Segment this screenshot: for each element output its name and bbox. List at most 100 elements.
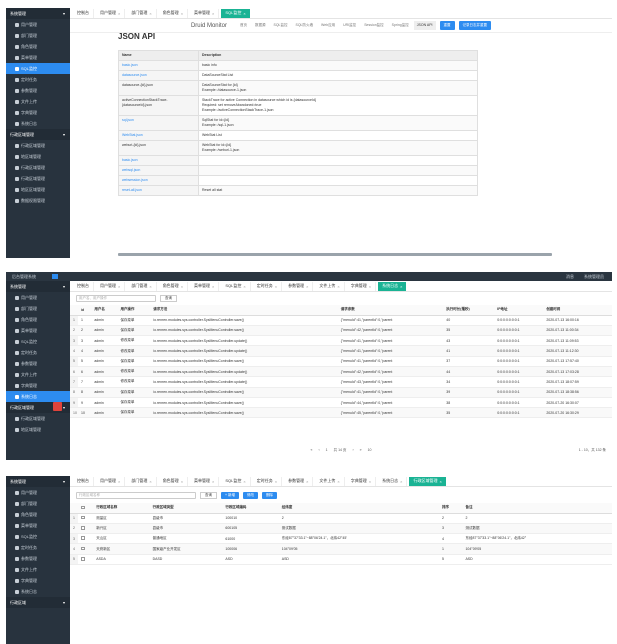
tab[interactable]: 系统日志 × xyxy=(378,281,407,291)
sidebar-section[interactable]: 系统管理 ▾ xyxy=(6,476,70,487)
reset-all-button[interactable]: 记录日志并重置 xyxy=(458,21,492,30)
sidebar-section[interactable]: 系统管理 ▾ xyxy=(6,8,70,19)
table-row[interactable]: 5 5 admin 保存菜单 io.renren.modules.sys.control… xyxy=(70,356,612,367)
close-icon[interactable]: × xyxy=(243,284,245,289)
sidebar-item[interactable]: 行政区域管理 xyxy=(6,413,70,424)
api-name[interactable]: basic.json xyxy=(118,60,199,71)
close-icon[interactable]: × xyxy=(337,284,339,289)
table-row[interactable]: 3 3 admin 修改菜单 io.renren.modules.sys.control… xyxy=(70,335,612,347)
close-icon[interactable]: × xyxy=(337,479,339,484)
column-header[interactable]: 执行时长(毫秒) xyxy=(443,305,495,316)
sidebar-item[interactable]: 部门管理 xyxy=(6,30,70,41)
column-header[interactable]: 用户操作 xyxy=(117,305,151,316)
table-row[interactable]: 8 8 admin 保存菜单 io.renren.modules.sys.control… xyxy=(70,387,612,398)
sidebar-item[interactable]: 文件上传 xyxy=(6,96,70,107)
row-checkbox[interactable] xyxy=(81,536,85,540)
close-icon[interactable]: × xyxy=(149,479,151,484)
close-icon[interactable]: × xyxy=(181,284,183,289)
column-header[interactable]: 请求方法 xyxy=(150,305,338,316)
tab[interactable]: 部门管理 × xyxy=(127,476,157,486)
api-name[interactable]: WebStat.json xyxy=(118,130,199,141)
tab[interactable]: 角色管理 × xyxy=(159,281,189,291)
column-header[interactable] xyxy=(78,503,94,514)
close-icon[interactable]: × xyxy=(243,11,245,16)
page-number[interactable]: 1 xyxy=(326,448,328,452)
delete-button[interactable]: 删除 xyxy=(262,491,278,499)
column-header[interactable]: 行政区域类型 xyxy=(149,503,223,514)
sidebar-item[interactable]: 字典管理 xyxy=(6,575,70,586)
column-header[interactable]: 备注 xyxy=(462,503,612,514)
table-row[interactable]: 1 测量区 县级市 100010 2 2 2 xyxy=(70,513,612,524)
tab[interactable]: 部门管理 × xyxy=(127,8,157,18)
table-row[interactable]: 10 10 admin 保存菜单 io.renren.modules.sys.contr… xyxy=(70,407,612,419)
druid-nav-item[interactable]: Web应用 xyxy=(318,21,338,30)
sidebar-item[interactable]: 行政区域管理 xyxy=(6,162,70,173)
messages-link[interactable]: 消息 xyxy=(566,274,574,280)
close-icon[interactable]: × xyxy=(439,479,441,484)
close-icon[interactable]: × xyxy=(149,284,151,289)
close-icon[interactable]: × xyxy=(275,284,277,289)
table-row[interactable]: 5 ASDA DASD ASD ASD 5 ASD xyxy=(70,554,612,565)
tab[interactable]: 用户管理 × xyxy=(96,476,126,486)
table-row[interactable]: 4 天府新区 国家级产业开发区 100006 104°09'05 1 104°09'05 xyxy=(70,543,612,555)
close-icon[interactable]: × xyxy=(400,479,402,484)
tab[interactable]: 字典管理 × xyxy=(347,281,377,291)
prev-page-button[interactable]: ‹ xyxy=(318,448,319,452)
select-all-checkbox[interactable] xyxy=(81,505,85,509)
tab[interactable]: SQL监控 × xyxy=(221,476,251,486)
sidebar-section[interactable]: 系统管理 ▾ xyxy=(6,281,70,292)
search-button[interactable]: 查询 xyxy=(160,295,177,302)
tab[interactable]: 定时任务 × xyxy=(253,476,283,486)
sidebar-item[interactable]: 字典管理 xyxy=(6,107,70,118)
last-page-button[interactable]: » xyxy=(360,448,362,452)
tab[interactable]: 控制台 xyxy=(73,281,94,291)
sidebar-item[interactable]: 角色管理 xyxy=(6,314,70,325)
druid-nav-item[interactable]: 首页 xyxy=(237,21,250,30)
close-icon[interactable]: × xyxy=(275,479,277,484)
sidebar-item[interactable]: 文件上传 xyxy=(6,369,70,380)
table-row[interactable]: 3 天山区 普通地区 61000 东经87°37'33.1"~88°06'24.1"，北… xyxy=(70,533,612,545)
sidebar-item[interactable]: 行政区域管理 xyxy=(6,173,70,184)
sidebar-item[interactable]: 系统日志 xyxy=(6,586,70,597)
table-row[interactable]: 9 9 admin 保存菜单 io.renren.modules.sys.control… xyxy=(70,397,612,409)
edit-button[interactable]: 修改 xyxy=(243,491,259,499)
sidebar-item[interactable]: 角色管理 xyxy=(6,41,70,52)
reset-button[interactable]: 重置 xyxy=(439,21,455,30)
api-name[interactable]: websession.json xyxy=(118,175,199,186)
column-header[interactable]: 经纬度 xyxy=(278,503,439,514)
close-icon[interactable]: × xyxy=(149,11,151,16)
tab[interactable]: 角色管理 × xyxy=(159,476,189,486)
table-row[interactable]: 1 1 admin 保存菜单 io.renren.modules.sys.control… xyxy=(70,315,612,326)
table-row[interactable]: 4 4 admin 修改菜单 io.renren.modules.sys.control… xyxy=(70,345,612,357)
tab[interactable]: 部门管理 × xyxy=(127,281,157,291)
user-menu[interactable]: 系统管理员 xyxy=(584,274,604,280)
sidebar-item[interactable]: 用户管理 xyxy=(6,19,70,30)
search-input[interactable]: 用户名、用户操作 xyxy=(76,295,156,302)
sidebar-item[interactable]: 角色管理 xyxy=(6,509,70,520)
sidebar-item[interactable]: 系统日志 xyxy=(6,118,70,129)
sidebar-item[interactable]: 数据权限管理 xyxy=(6,195,70,206)
tab[interactable]: 系统日志 × xyxy=(378,476,408,486)
sidebar-item[interactable]: SQL监控 xyxy=(6,531,70,542)
row-checkbox[interactable] xyxy=(81,546,85,551)
sidebar-item[interactable]: 参数管理 xyxy=(6,358,70,369)
close-icon[interactable]: × xyxy=(212,11,214,16)
tab[interactable]: SQL监控 × xyxy=(221,8,250,18)
table-row[interactable]: 6 6 admin 修改菜单 io.renren.modules.sys.control… xyxy=(70,366,612,378)
tab[interactable]: 参数管理 × xyxy=(284,281,314,291)
tab[interactable]: 菜单管理 × xyxy=(190,8,220,18)
close-icon[interactable]: × xyxy=(212,479,214,484)
close-icon[interactable]: × xyxy=(306,479,308,484)
tab[interactable]: 用户管理 × xyxy=(96,281,126,291)
table-row[interactable]: 2 2 admin 保存菜单 io.renren.modules.sys.control… xyxy=(70,325,612,337)
column-header[interactable]: id xyxy=(78,305,92,316)
tab[interactable]: 用户管理 × xyxy=(96,8,126,18)
row-checkbox[interactable] xyxy=(81,557,85,561)
page-size-select[interactable]: 10 xyxy=(368,448,372,452)
close-icon[interactable]: × xyxy=(243,479,245,484)
sidebar-item[interactable]: 菜单管理 xyxy=(6,52,70,63)
tab[interactable]: 文件上传 × xyxy=(315,281,345,291)
sidebar-item[interactable]: 地区区域管理 xyxy=(6,184,70,195)
close-icon[interactable]: × xyxy=(181,479,183,484)
sidebar-item[interactable]: 字典管理 xyxy=(6,380,70,391)
